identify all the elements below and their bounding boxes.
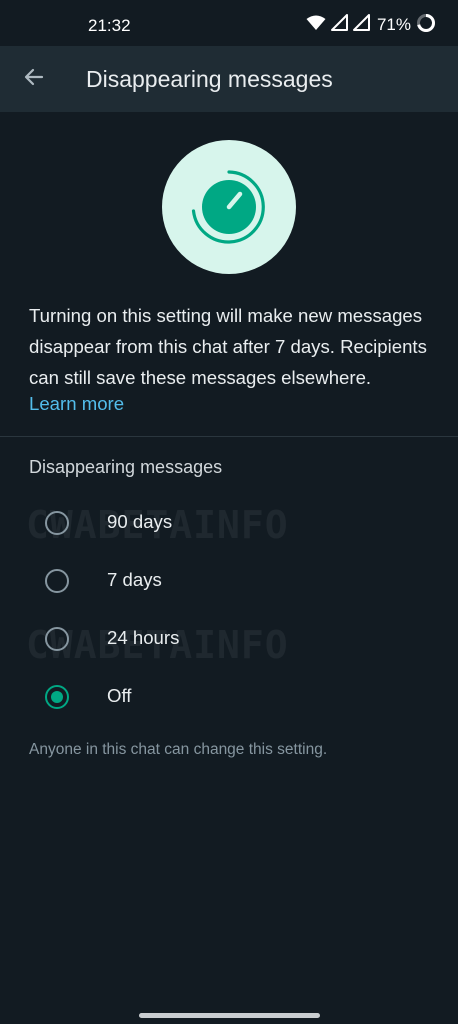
option-off[interactable]: Off: [0, 668, 458, 726]
radio-button[interactable]: [45, 627, 69, 651]
status-icons: 71%: [306, 13, 436, 38]
radio-button[interactable]: [45, 685, 69, 709]
wifi-icon: [306, 15, 326, 36]
radio-button[interactable]: [45, 511, 69, 535]
battery-ring-icon: [416, 13, 436, 38]
status-time: 21:32: [88, 16, 131, 35]
option-label: 90 days: [107, 511, 173, 532]
section-title: Disappearing messages: [29, 457, 223, 477]
back-button[interactable]: [18, 63, 50, 95]
footer-note: Anyone in this chat can change this sett…: [29, 741, 328, 758]
option-7-days[interactable]: 7 days: [0, 552, 458, 610]
signal-icon: [352, 14, 370, 36]
divider: [0, 436, 458, 437]
option-label: 24 hours: [107, 627, 180, 648]
signal-icon: [330, 14, 348, 36]
battery-percentage: 71%: [376, 15, 411, 34]
arrow-left-icon: [22, 65, 46, 94]
hero-illustration: [162, 140, 296, 274]
page-title: Disappearing messages: [86, 66, 333, 92]
home-indicator[interactable]: [139, 1013, 320, 1018]
status-bar: 21:32 71%: [0, 0, 458, 46]
description-text: Turning on this setting will make new me…: [29, 305, 427, 388]
option-label: Off: [107, 685, 132, 706]
option-24-hours[interactable]: 24 hours: [0, 610, 458, 668]
option-90-days[interactable]: 90 days: [0, 494, 458, 552]
learn-more-link[interactable]: Learn more: [29, 393, 124, 415]
radio-button[interactable]: [45, 569, 69, 593]
option-label: 7 days: [107, 569, 162, 590]
app-bar: Disappearing messages: [0, 46, 458, 112]
